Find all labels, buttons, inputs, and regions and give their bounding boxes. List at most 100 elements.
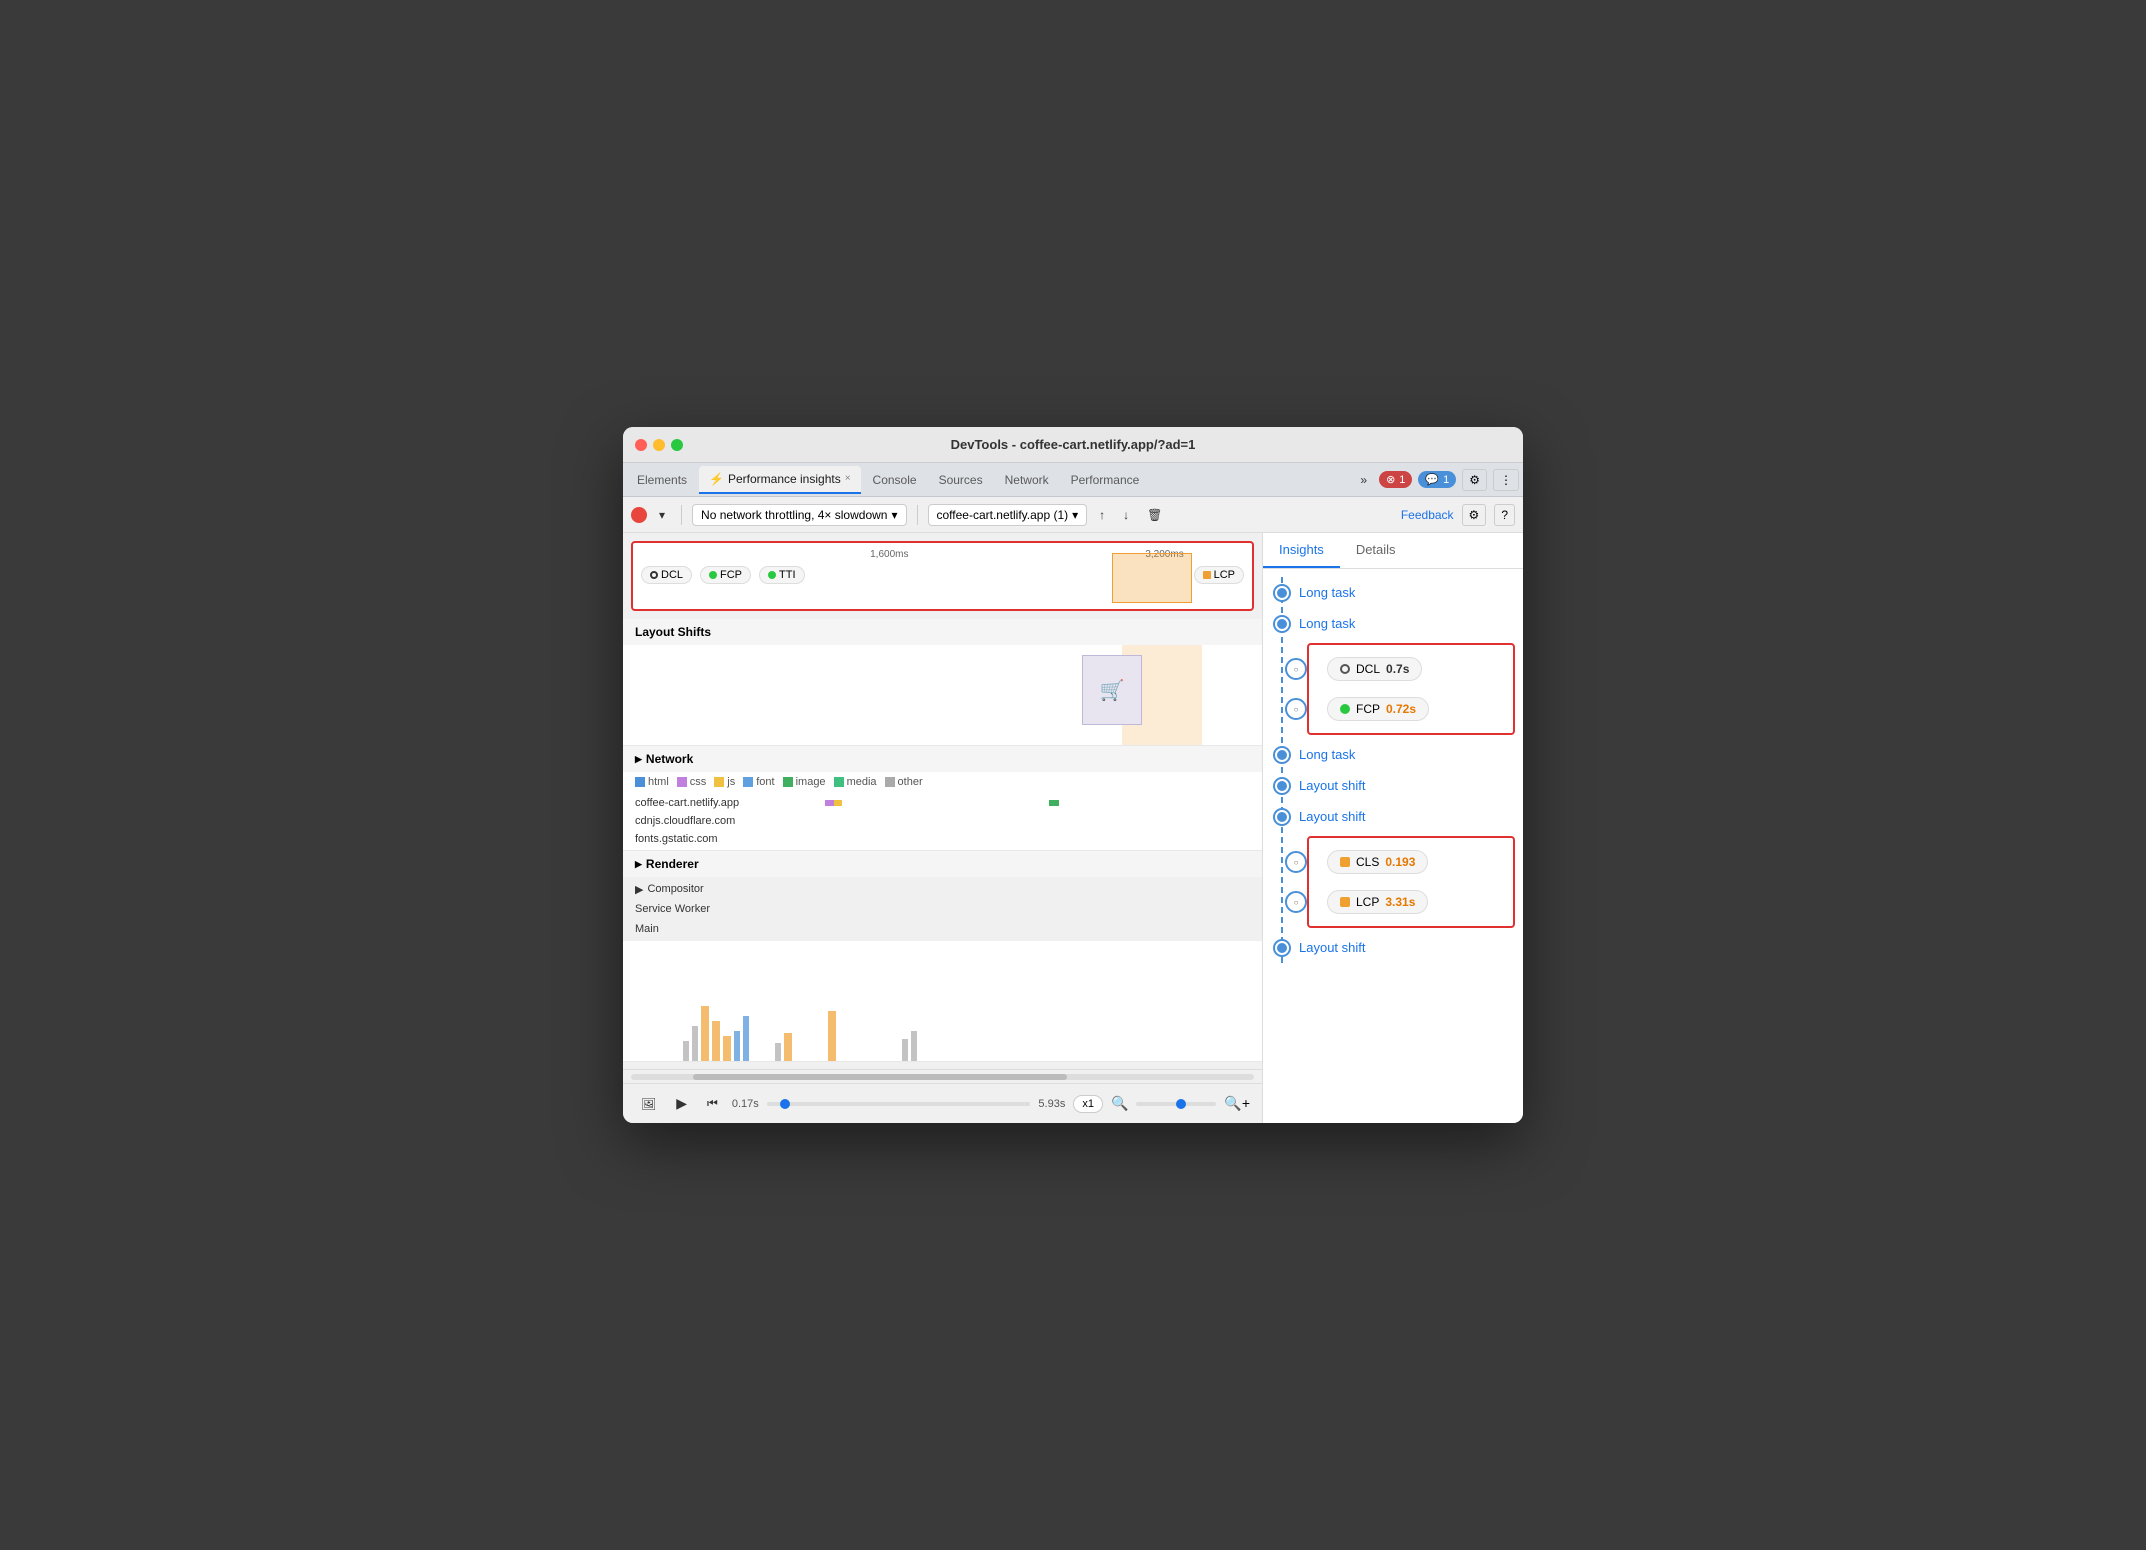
- net-row-2: fonts.gstatic.com: [623, 830, 1262, 848]
- dcl-circle-icon: ○: [1294, 665, 1299, 674]
- maximize-button[interactable]: [671, 439, 683, 451]
- main-label: Main: [635, 923, 659, 935]
- more-button[interactable]: ⋮: [1493, 469, 1519, 491]
- zoom-in-icon[interactable]: 🔍+: [1224, 1095, 1250, 1112]
- image-color: [783, 777, 793, 787]
- close-button[interactable]: [635, 439, 647, 451]
- upload-button[interactable]: ↑: [1093, 505, 1111, 525]
- fcp-metric-value: 0.72s: [1386, 702, 1416, 716]
- renderer-header[interactable]: ▶ Renderer: [623, 851, 1262, 877]
- tab-performance[interactable]: Performance: [1061, 466, 1150, 494]
- renderer-triangle: ▶: [635, 859, 642, 870]
- feedback-link[interactable]: Feedback: [1401, 508, 1454, 522]
- legend-font: font: [743, 776, 774, 788]
- zoom-out-icon[interactable]: 🔍: [1111, 1095, 1128, 1112]
- speed-badge[interactable]: x1: [1073, 1095, 1103, 1113]
- network-rows: coffee-cart.netlify.app cdnjs.cloudflare…: [623, 792, 1262, 850]
- lcp-label: LCP: [1214, 569, 1235, 581]
- layout-shifts-header[interactable]: Layout Shifts: [623, 619, 1262, 645]
- separator-1: [681, 505, 682, 525]
- gear-icon[interactable]: ⚙: [1462, 504, 1487, 526]
- insight-lcp: ○ LCP 3.31s: [1313, 882, 1509, 922]
- more-tabs-button[interactable]: »: [1354, 470, 1373, 490]
- titlebar: DevTools - coffee-cart.netlify.app/?ad=1: [623, 427, 1523, 463]
- network-legend: html css js: [623, 772, 1262, 792]
- minimize-button[interactable]: [653, 439, 665, 451]
- download-button[interactable]: ↓: [1117, 505, 1135, 525]
- start-time: 0.17s: [732, 1098, 759, 1110]
- section-renderer: ▶ Renderer ▶ Compositor Service Worker M…: [623, 851, 1262, 1062]
- link-layout-shift-3[interactable]: Layout shift: [1299, 940, 1366, 955]
- scrollbar-thumb[interactable]: [693, 1074, 1067, 1080]
- tab-console-label: Console: [873, 473, 917, 487]
- settings-button[interactable]: ⚙: [1462, 469, 1487, 491]
- compositor-row: ▶ Compositor: [623, 879, 1262, 899]
- link-layout-shift-2[interactable]: Layout shift: [1299, 809, 1366, 824]
- tab-performance-insights[interactable]: ⚡ Performance insights ×: [699, 466, 861, 494]
- tti-icon: [768, 571, 776, 579]
- dot-1: [1275, 586, 1289, 600]
- traffic-lights: [635, 439, 683, 451]
- dcl-icon: [650, 571, 658, 579]
- link-long-task-2[interactable]: Long task: [1299, 616, 1355, 631]
- help-icon[interactable]: ?: [1494, 504, 1515, 526]
- tab-console[interactable]: Console: [863, 466, 927, 494]
- link-layout-shift-1[interactable]: Layout shift: [1299, 778, 1366, 793]
- legend-js: js: [714, 776, 735, 788]
- lcp-dot-icon: [1340, 897, 1350, 907]
- main-bar-2: [692, 1026, 698, 1061]
- scrollbar-area: [623, 1069, 1262, 1083]
- renderer-rows: ▶ Compositor Service Worker Main: [623, 877, 1262, 941]
- end-time: 5.93s: [1038, 1098, 1065, 1110]
- message-icon: 💬: [1425, 473, 1439, 486]
- target-select[interactable]: coffee-cart.netlify.app (1) ▾: [928, 504, 1088, 526]
- throttling-select[interactable]: No network throttling, 4× slowdown ▾: [692, 504, 906, 526]
- image-label: image: [796, 776, 826, 788]
- js-label: js: [727, 776, 735, 788]
- devtools-window: DevTools - coffee-cart.netlify.app/?ad=1…: [623, 427, 1523, 1123]
- net-label-0: coffee-cart.netlify.app: [635, 797, 795, 809]
- fcp-circle: ○: [1285, 698, 1307, 720]
- screenshot-button[interactable]: 🖼: [635, 1094, 662, 1114]
- tab-network-label: Network: [1005, 473, 1049, 487]
- dot-3: [1275, 748, 1289, 762]
- link-long-task-3[interactable]: Long task: [1299, 747, 1355, 762]
- main-area: [623, 941, 1262, 1061]
- record-button[interactable]: [631, 507, 647, 523]
- main-content: 1,600ms 3,200ms DCL FCP TTI: [623, 533, 1523, 1123]
- net-bar-2: [803, 833, 1250, 845]
- zoom-track[interactable]: [1136, 1102, 1216, 1106]
- playhead-thumb[interactable]: [780, 1099, 790, 1109]
- insight-layout-shift-2: Layout shift: [1299, 801, 1523, 832]
- lcp-badge: LCP: [1194, 566, 1244, 584]
- other-color: [885, 777, 895, 787]
- dcl-dot-icon: [1340, 664, 1350, 674]
- delete-button[interactable]: 🗑: [1141, 505, 1168, 525]
- tab-network[interactable]: Network: [995, 466, 1059, 494]
- cls-lcp-box: ○ CLS 0.193 ○: [1307, 836, 1515, 928]
- scrollbar-track[interactable]: [631, 1074, 1254, 1080]
- record-arrow-button[interactable]: ▾: [653, 505, 671, 525]
- play-button[interactable]: ▶: [670, 1092, 693, 1115]
- playhead-track[interactable]: [767, 1102, 1031, 1106]
- tab-elements[interactable]: Elements: [627, 466, 697, 494]
- net-label-2: fonts.gstatic.com: [635, 833, 795, 845]
- net-seg-0c: [1049, 800, 1059, 806]
- net-bar-0: [803, 797, 1250, 809]
- main-bar-8: [775, 1043, 781, 1061]
- zoom-thumb[interactable]: [1176, 1099, 1186, 1109]
- tab-close-icon[interactable]: ×: [845, 473, 851, 484]
- tab-performance-icon: ⚡: [709, 472, 724, 486]
- tab-sources[interactable]: Sources: [929, 466, 993, 494]
- rewind-button[interactable]: ⏮: [701, 1093, 724, 1114]
- cls-circle: ○: [1285, 851, 1307, 873]
- dcl-badge: DCL: [641, 566, 692, 584]
- dcl-metric-label: DCL: [1356, 662, 1380, 676]
- link-long-task-1[interactable]: Long task: [1299, 585, 1355, 600]
- ls-image-icon: 🛒: [1100, 678, 1125, 703]
- tab-insights[interactable]: Insights: [1263, 533, 1340, 568]
- main-bar-6: [734, 1031, 740, 1061]
- tab-details[interactable]: Details: [1340, 533, 1412, 568]
- cls-dot-icon: [1340, 857, 1350, 867]
- network-header[interactable]: ▶ Network: [623, 746, 1262, 772]
